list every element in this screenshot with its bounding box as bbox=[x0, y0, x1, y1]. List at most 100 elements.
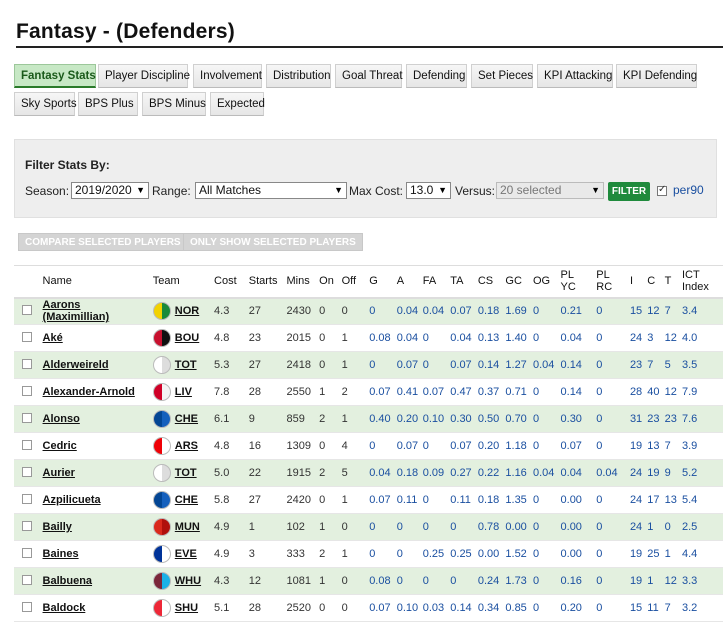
maxcost-select[interactable]: 13.0 ▼ bbox=[406, 182, 451, 199]
tab-player-discipline[interactable]: Player Discipline bbox=[98, 64, 190, 88]
row-select-checkbox[interactable] bbox=[22, 331, 32, 342]
column-header[interactable]: Off bbox=[339, 265, 368, 299]
season-label: Season: bbox=[25, 184, 70, 198]
stat-cell: 19 bbox=[627, 432, 646, 460]
row-select-checkbox[interactable] bbox=[22, 493, 32, 504]
column-header[interactable]: Cost bbox=[212, 265, 247, 299]
column-header[interactable]: Name bbox=[40, 265, 151, 299]
stat-cell: 1 bbox=[339, 351, 368, 379]
row-select-checkbox[interactable] bbox=[22, 358, 32, 369]
column-header[interactable]: FA bbox=[420, 265, 449, 299]
team-code-link[interactable]: WHU bbox=[175, 575, 201, 587]
row-select-checkbox[interactable] bbox=[22, 439, 32, 450]
maxcost-label: Max Cost: bbox=[349, 184, 404, 198]
only-show-selected-button[interactable]: ONLY SHOW SELECTED PLAYERS bbox=[183, 233, 363, 251]
team-code-link[interactable]: BOU bbox=[175, 332, 199, 344]
stat-cell: 2420 bbox=[284, 486, 318, 514]
tab-goal-threat[interactable]: Goal Threat bbox=[335, 64, 403, 88]
table-row: Alderweireld TOT 5.3 27 2418 0 1 0 0.07 0 0.07 0.14… bbox=[14, 351, 723, 379]
column-header[interactable]: Mins bbox=[284, 265, 318, 299]
versus-label: Versus: bbox=[455, 184, 496, 198]
player-name-link[interactable]: Baines bbox=[43, 548, 79, 560]
team-code-link[interactable]: LIV bbox=[175, 386, 192, 398]
versus-select[interactable]: 20 selected ▼ bbox=[496, 182, 604, 199]
player-name-link[interactable]: Azpilicueta bbox=[43, 494, 101, 506]
team-code-link[interactable]: SHU bbox=[175, 602, 198, 614]
column-header[interactable]: CS bbox=[475, 265, 504, 299]
stat-cell: 0.04 bbox=[530, 351, 559, 379]
player-name-link[interactable]: Balbuena bbox=[43, 575, 93, 587]
column-header[interactable]: A bbox=[394, 265, 421, 299]
player-name-link[interactable]: Baldock bbox=[43, 602, 86, 614]
season-select[interactable]: 2019/2020 ▼ bbox=[71, 182, 149, 199]
title-divider bbox=[16, 46, 723, 48]
team-code-link[interactable]: MUN bbox=[175, 521, 200, 533]
column-header[interactable]: C bbox=[645, 265, 663, 299]
stat-cell: 0 bbox=[420, 324, 449, 352]
player-name-link[interactable]: Bailly bbox=[43, 521, 72, 533]
row-select-checkbox[interactable] bbox=[22, 385, 32, 396]
player-name-link[interactable]: Alderweireld bbox=[43, 359, 109, 371]
player-name-link[interactable]: Aké bbox=[43, 332, 63, 344]
tab-bps-plus[interactable]: BPS Plus bbox=[78, 92, 138, 116]
range-select[interactable]: All Matches ▼ bbox=[195, 182, 347, 199]
stat-cell: 0.04 bbox=[530, 459, 559, 487]
column-header[interactable]: OG bbox=[530, 265, 559, 299]
stat-cell: 0 bbox=[339, 513, 368, 541]
team-code-link[interactable]: ARS bbox=[175, 440, 198, 452]
column-header[interactable]: PL RC bbox=[594, 265, 628, 299]
tab-set-pieces[interactable]: Set Pieces bbox=[471, 64, 533, 88]
stat-cell: 13 bbox=[645, 432, 663, 460]
dropdown-arrow-icon: ▼ bbox=[334, 185, 343, 195]
filter-button[interactable]: FILTER bbox=[608, 182, 650, 201]
stat-cell: 0.14 bbox=[558, 378, 595, 406]
stat-cell: 2 bbox=[317, 540, 340, 568]
stat-cell: 5.1 bbox=[212, 594, 247, 622]
stat-cell: 0.10 bbox=[394, 594, 421, 622]
row-select-checkbox[interactable] bbox=[22, 574, 32, 585]
team-code-link[interactable]: CHE bbox=[175, 494, 198, 506]
column-header[interactable]: TA bbox=[448, 265, 476, 299]
team-code-link[interactable]: NOR bbox=[175, 305, 199, 317]
team-code-link[interactable]: TOT bbox=[175, 359, 197, 371]
player-name-link[interactable]: Aarons (Maximillian) bbox=[43, 299, 110, 323]
tab-involvement[interactable]: Involvement bbox=[193, 64, 262, 88]
row-select-checkbox[interactable] bbox=[22, 412, 32, 423]
tab-bps-minus[interactable]: BPS Minus bbox=[142, 92, 206, 116]
player-name-link[interactable]: Alonso bbox=[43, 413, 80, 425]
team-code-link[interactable]: CHE bbox=[175, 413, 198, 425]
row-select-checkbox[interactable] bbox=[22, 601, 32, 612]
row-select-checkbox[interactable] bbox=[22, 466, 32, 477]
column-header[interactable]: GC bbox=[503, 265, 531, 299]
row-select-checkbox[interactable] bbox=[22, 547, 32, 558]
column-header[interactable]: G bbox=[367, 265, 395, 299]
column-header[interactable]: ICT Index bbox=[679, 265, 723, 299]
tab-distribution[interactable]: Distribution bbox=[266, 64, 331, 88]
tab-kpi-attacking[interactable]: KPI Attacking bbox=[537, 64, 613, 88]
stat-cell: 0.07 bbox=[448, 297, 476, 325]
team-code-link[interactable]: TOT bbox=[175, 467, 197, 479]
column-header[interactable]: PL YC bbox=[558, 265, 595, 299]
tab-expected[interactable]: Expected bbox=[210, 92, 265, 116]
row-select-checkbox[interactable] bbox=[22, 304, 32, 315]
stat-cell: 0 bbox=[530, 378, 559, 406]
column-header[interactable]: Starts bbox=[246, 265, 285, 299]
player-name-link[interactable]: Cedric bbox=[43, 440, 77, 452]
column-header[interactable]: T bbox=[662, 265, 680, 299]
column-header[interactable]: On bbox=[317, 265, 340, 299]
column-header[interactable]: Team bbox=[150, 265, 213, 299]
column-header[interactable]: I bbox=[627, 265, 646, 299]
tab-fantasy-stats[interactable]: Fantasy Stats bbox=[14, 64, 96, 88]
player-name-link[interactable]: Aurier bbox=[43, 467, 75, 479]
player-name-link[interactable]: Alexander-Arnold bbox=[43, 386, 135, 398]
per90-checkbox[interactable] bbox=[657, 184, 667, 196]
stat-cell: 28 bbox=[246, 594, 285, 622]
stat-cell: 27 bbox=[246, 486, 285, 514]
row-select-checkbox[interactable] bbox=[22, 520, 32, 531]
stat-cell: 9 bbox=[246, 405, 285, 433]
compare-selected-button[interactable]: COMPARE SELECTED PLAYERS bbox=[18, 233, 188, 251]
tab-kpi-defending[interactable]: KPI Defending bbox=[616, 64, 697, 88]
tab-sky-sports[interactable]: Sky Sports bbox=[14, 92, 77, 116]
team-code-link[interactable]: EVE bbox=[175, 548, 197, 560]
tab-defending[interactable]: Defending bbox=[406, 64, 467, 88]
